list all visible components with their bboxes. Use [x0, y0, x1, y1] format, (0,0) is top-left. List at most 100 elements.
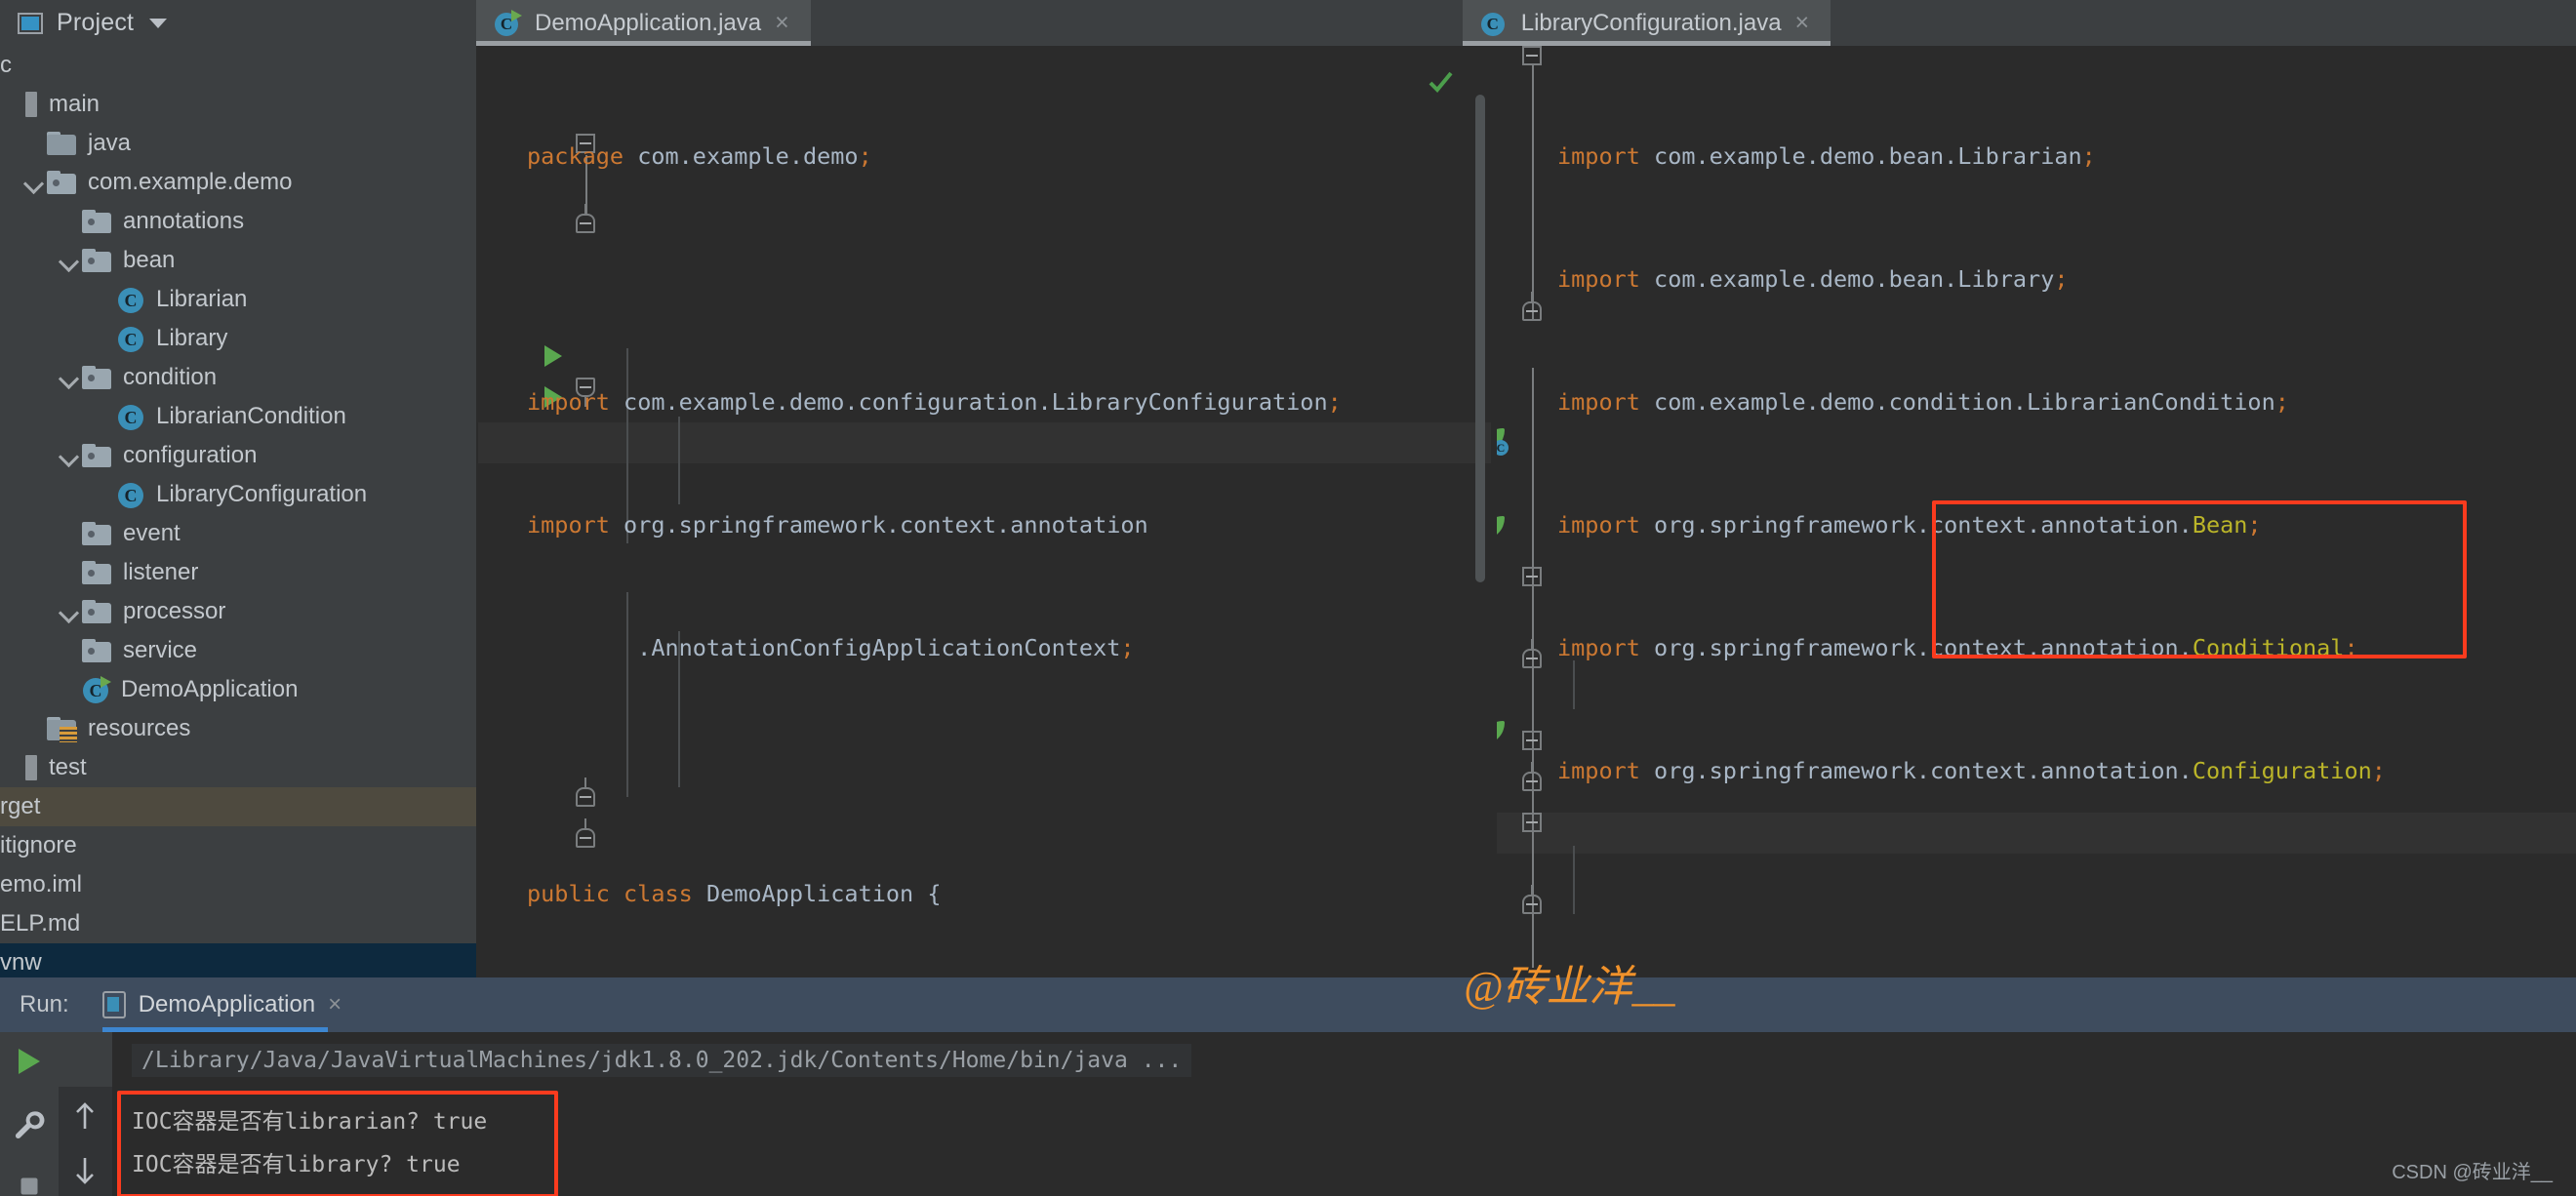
- tree-item-processor[interactable]: processor: [0, 592, 476, 631]
- tree-item-emo-iml[interactable]: emo.iml: [0, 865, 476, 904]
- tree-item-label: ELP.md: [0, 910, 81, 937]
- project-tree[interactable]: c main java com.example.demo annotations bean…: [0, 46, 476, 977]
- tab-label: LibraryConfiguration.java: [1520, 9, 1782, 36]
- wrench-icon[interactable]: [4, 1100, 55, 1151]
- console-output-line: IOC容器是否有librarian? true: [132, 1109, 488, 1135]
- chevron-down-icon[interactable]: [57, 248, 82, 273]
- fold-marker-library-method[interactable]: [1522, 813, 1544, 834]
- module-root-icon: [25, 755, 37, 780]
- code-line: import org.springframework.context.annot…: [1557, 757, 2386, 784]
- tree-item-label: Librarian: [156, 286, 248, 312]
- java-class-icon: C: [117, 286, 144, 313]
- project-tool-window-header[interactable]: Project: [0, 0, 476, 46]
- code-line: .AnnotationConfigApplicationContext;: [527, 634, 1135, 661]
- chevron-down-icon[interactable]: [57, 365, 82, 390]
- tree-item-test[interactable]: test: [0, 748, 476, 787]
- tree-item-librariancondition[interactable]: C LibrarianCondition: [0, 397, 476, 436]
- tree-item-libraryconfiguration[interactable]: C LibraryConfiguration: [0, 475, 476, 514]
- tree-item-library[interactable]: C Library: [0, 319, 476, 358]
- tree-item-label: listener: [123, 559, 199, 585]
- tree-item-java[interactable]: java: [0, 124, 476, 163]
- tree-item-service[interactable]: service: [0, 631, 476, 670]
- tab-library-configuration[interactable]: C LibraryConfiguration.java ×: [1462, 0, 1831, 46]
- chevron-down-icon[interactable]: [149, 18, 168, 28]
- fold-marker-imports-end[interactable]: [1522, 292, 1544, 323]
- chevron-down-icon[interactable]: [57, 599, 82, 624]
- tree-item-resources[interactable]: resources: [0, 709, 476, 748]
- tree-item-main[interactable]: main: [0, 85, 476, 124]
- package-folder-icon: [82, 444, 111, 467]
- watermark-corner: CSDN @砖业洋__: [2392, 1162, 2553, 1183]
- fold-marker-librarian-method-end[interactable]: [1522, 639, 1544, 670]
- run-tab-demo-application[interactable]: DemoApplication ×: [101, 977, 351, 1032]
- tree-item-configuration[interactable]: configuration: [0, 436, 476, 475]
- close-icon[interactable]: ×: [775, 11, 789, 35]
- tree-item-condition[interactable]: condition: [0, 358, 476, 397]
- code-line: import org.springframework.context.annot…: [527, 511, 1148, 538]
- run-side-toolbar: [0, 1032, 112, 1196]
- tree-item-librarian[interactable]: C Librarian: [0, 280, 476, 319]
- tree-item-c[interactable]: c: [0, 46, 476, 85]
- code-line: import com.example.demo.condition.Librar…: [1557, 388, 2289, 416]
- chevron-down-icon[interactable]: [21, 170, 47, 195]
- source-folder-icon: [47, 132, 76, 155]
- tree-item-bean[interactable]: bean: [0, 241, 476, 280]
- package-folder-icon: [82, 561, 111, 584]
- tree-item-demoapplication[interactable]: C DemoApplication: [0, 670, 476, 709]
- up-arrow-icon[interactable]: [60, 1091, 109, 1141]
- tab-label: DemoApplication.java: [535, 9, 762, 36]
- tree-item-vnw[interactable]: vnw: [0, 943, 476, 977]
- tree-item-label: com.example.demo: [88, 169, 293, 195]
- run-configuration-icon: [101, 991, 126, 1018]
- code-line: import org.springframework.context.annot…: [1557, 511, 2262, 538]
- tree-item-com-example-demo[interactable]: com.example.demo: [0, 163, 476, 202]
- package-folder-icon: [47, 171, 76, 194]
- tab-demo-application[interactable]: C DemoApplication.java ×: [476, 0, 811, 46]
- tree-item-itignore[interactable]: itignore: [0, 826, 476, 865]
- java-run-class-icon: C: [494, 9, 522, 37]
- fold-marker-librarian-method[interactable]: [1522, 567, 1544, 588]
- editor-tab-bar: C DemoApplication.java × C LibraryConfig…: [476, 0, 2576, 46]
- tree-item-label: resources: [88, 715, 191, 741]
- tree-item-label: configuration: [123, 442, 258, 468]
- stop-icon[interactable]: [4, 1161, 55, 1196]
- project-label: Project: [57, 9, 135, 36]
- chevron-down-icon[interactable]: [57, 443, 82, 468]
- tree-item-listener[interactable]: listener: [0, 553, 476, 592]
- tree-item-label: bean: [123, 247, 176, 273]
- run-console[interactable]: /Library/Java/JavaVirtualMachines/jdk1.8…: [112, 1032, 2576, 1196]
- run-tab-label: DemoApplication: [138, 991, 316, 1017]
- close-icon[interactable]: ×: [1795, 11, 1810, 35]
- editor-demo-application[interactable]: package com.example.demo; import com.exa…: [478, 46, 1491, 977]
- tree-item-annotations[interactable]: annotations: [0, 202, 476, 241]
- code-line: import com.example.demo.bean.Librarian;: [1557, 142, 2096, 170]
- down-arrow-icon[interactable]: [60, 1145, 109, 1196]
- resources-folder-icon: [47, 717, 77, 742]
- spring-bean-gutter-icon[interactable]: ←: [1497, 514, 1509, 543]
- fold-marker-conditional[interactable]: [1522, 762, 1544, 793]
- tree-item-rget[interactable]: rget: [0, 787, 476, 826]
- spring-bean-gutter-icon[interactable]: ←: [1497, 719, 1509, 748]
- java-class-icon: C: [117, 325, 144, 352]
- java-run-class-icon: C: [82, 676, 111, 703]
- fold-marker-bean[interactable]: [1522, 731, 1544, 752]
- editor-scrollbar-thumb[interactable]: [1475, 95, 1485, 582]
- ide-window: Project C DemoApplication.java × C Libra…: [0, 0, 2576, 1196]
- tree-item-elp-md[interactable]: ELP.md: [0, 904, 476, 943]
- close-icon[interactable]: ×: [328, 991, 342, 1018]
- inspection-ok-icon[interactable]: [1427, 67, 1454, 95]
- tree-item-label: LibraryConfiguration: [156, 481, 368, 507]
- java-class-icon: C: [117, 481, 144, 508]
- project-window-icon: [18, 12, 43, 34]
- fold-marker-imports[interactable]: [1522, 46, 1544, 67]
- tree-item-label: condition: [123, 364, 218, 390]
- console-command-line: /Library/Java/JavaVirtualMachines/jdk1.8…: [132, 1044, 1192, 1077]
- package-folder-icon: [82, 639, 111, 662]
- spring-bean-class-gutter-icon[interactable]: C: [1497, 426, 1509, 456]
- tree-item-event[interactable]: event: [0, 514, 476, 553]
- rerun-icon[interactable]: [4, 1036, 55, 1087]
- module-root-icon: [25, 92, 37, 117]
- editor-library-configuration[interactable]: C ← ← import com.example.demo.bean.Libra…: [1497, 46, 2576, 977]
- fold-marker-library-method-end[interactable]: [1522, 885, 1544, 916]
